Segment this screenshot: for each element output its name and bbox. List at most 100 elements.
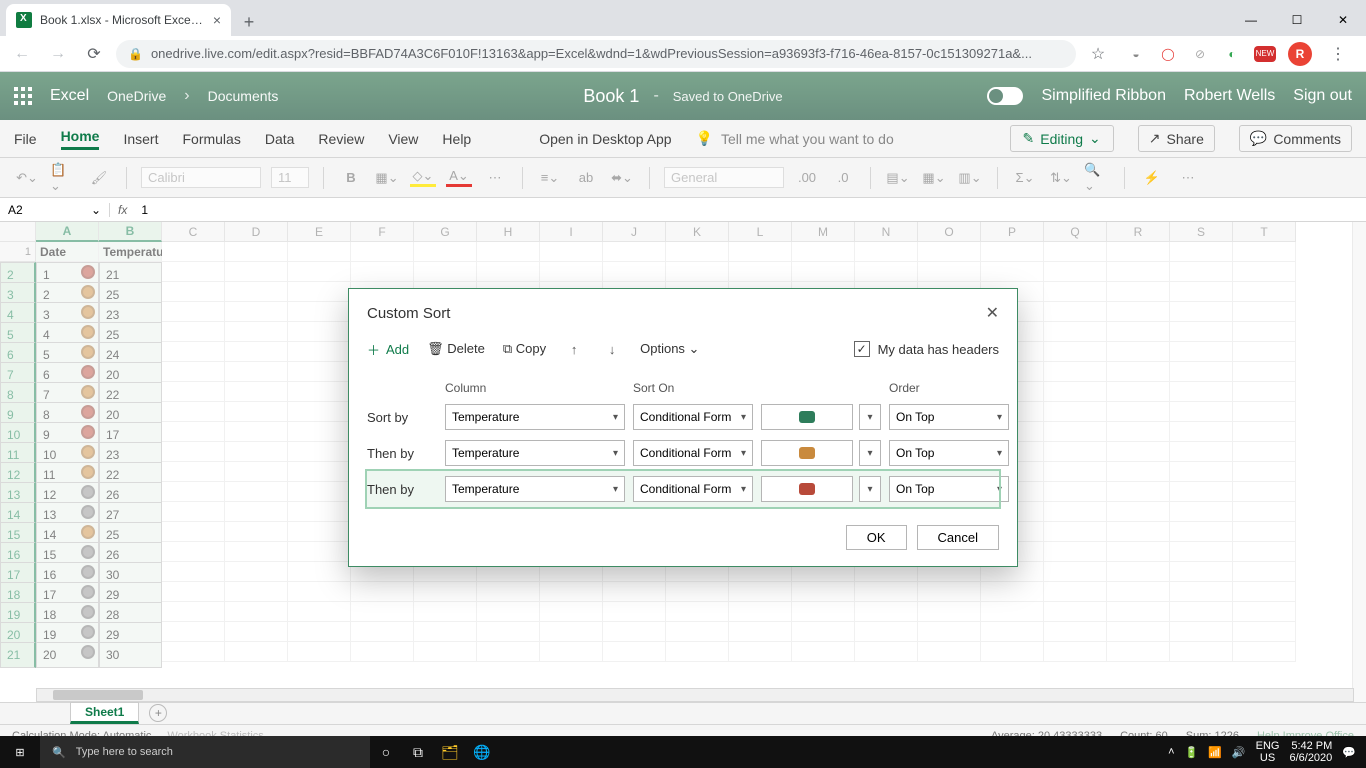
cell[interactable] [1170, 522, 1233, 542]
cell[interactable] [162, 322, 225, 342]
cell[interactable] [1170, 442, 1233, 462]
font-name-select[interactable]: Calibri [141, 167, 261, 188]
delete-level-button[interactable]: 🗑 Delete [427, 341, 485, 357]
headers-checkbox[interactable]: ✓ My data has headers [854, 341, 999, 357]
fx-icon[interactable]: fx [110, 203, 135, 217]
cell[interactable] [1107, 462, 1170, 482]
breadcrumb-documents[interactable]: Documents [208, 88, 279, 104]
cell[interactable] [477, 242, 540, 262]
cell[interactable] [729, 642, 792, 662]
cell[interactable] [1233, 402, 1296, 422]
formula-value[interactable]: 1 [135, 203, 154, 217]
cell[interactable] [414, 622, 477, 642]
cell[interactable] [603, 242, 666, 262]
cell[interactable] [981, 642, 1044, 662]
cell[interactable] [288, 482, 351, 502]
tab-insert[interactable]: Insert [123, 131, 158, 147]
user-name[interactable]: Robert Wells [1184, 87, 1275, 105]
name-box[interactable]: A2 ⌄ [0, 203, 110, 217]
cell[interactable] [1044, 382, 1107, 402]
font-color-icon[interactable]: A⌄ [446, 168, 472, 187]
cell[interactable] [162, 282, 225, 302]
cell[interactable] [288, 442, 351, 462]
file-explorer-icon[interactable]: 🗂 [434, 736, 466, 768]
cell[interactable] [1044, 282, 1107, 302]
sort-column-select[interactable]: Temperature▾ [445, 404, 625, 430]
cell[interactable] [855, 262, 918, 282]
cell[interactable] [1170, 582, 1233, 602]
cell[interactable] [288, 382, 351, 402]
cell[interactable] [1044, 402, 1107, 422]
cell[interactable] [351, 242, 414, 262]
cell[interactable] [225, 262, 288, 282]
minimize-icon[interactable]: — [1228, 4, 1274, 36]
cell[interactable] [477, 582, 540, 602]
cell[interactable] [855, 602, 918, 622]
cell[interactable] [1107, 502, 1170, 522]
cell[interactable]: Temperature [99, 242, 162, 262]
cell[interactable] [918, 582, 981, 602]
cell[interactable]: 20 [36, 642, 99, 668]
cell[interactable] [288, 282, 351, 302]
tab-formulas[interactable]: Formulas [182, 131, 240, 147]
cell[interactable] [414, 582, 477, 602]
cell[interactable] [1170, 642, 1233, 662]
cell[interactable] [225, 242, 288, 262]
cell[interactable] [1170, 422, 1233, 442]
cell[interactable] [162, 262, 225, 282]
cell[interactable] [729, 582, 792, 602]
cell[interactable] [288, 242, 351, 262]
cell[interactable] [1044, 242, 1107, 262]
tell-me-search[interactable]: 💡 Tell me what you want to do [696, 130, 894, 147]
cell[interactable] [1170, 462, 1233, 482]
open-in-desktop-button[interactable]: Open in Desktop App [539, 131, 671, 147]
sort-on-select[interactable]: Conditional Form▾ [633, 440, 753, 466]
column-header-I[interactable]: I [540, 222, 603, 242]
extension-icon[interactable]: ◐ [1222, 44, 1242, 64]
cell[interactable] [1233, 602, 1296, 622]
cell[interactable] [225, 642, 288, 662]
cell[interactable] [477, 602, 540, 622]
cell[interactable] [666, 582, 729, 602]
cell[interactable] [855, 642, 918, 662]
cell[interactable] [918, 622, 981, 642]
cell[interactable] [225, 302, 288, 322]
cell[interactable] [162, 402, 225, 422]
column-header-A[interactable]: A [36, 222, 99, 242]
cell[interactable] [1170, 262, 1233, 282]
cell[interactable] [792, 242, 855, 262]
cell[interactable] [603, 622, 666, 642]
battery-icon[interactable]: 🔋 [1185, 746, 1199, 759]
cell[interactable] [225, 342, 288, 362]
cell[interactable] [1107, 602, 1170, 622]
cell[interactable] [1233, 562, 1296, 582]
tab-help[interactable]: Help [442, 131, 471, 147]
cell[interactable] [792, 642, 855, 662]
cell[interactable] [981, 622, 1044, 642]
cell[interactable] [1107, 402, 1170, 422]
cell[interactable] [1107, 302, 1170, 322]
cell[interactable] [162, 582, 225, 602]
cell[interactable] [225, 582, 288, 602]
extension-icon[interactable]: NEW [1254, 46, 1276, 62]
cell[interactable] [1107, 242, 1170, 262]
cell[interactable] [1233, 462, 1296, 482]
cell[interactable] [855, 242, 918, 262]
horizontal-scrollbar[interactable] [36, 688, 1354, 702]
address-bar[interactable]: 🔒 onedrive.live.com/edit.aspx?resid=BBFA… [116, 40, 1076, 68]
cell[interactable] [162, 642, 225, 662]
cell[interactable] [1107, 582, 1170, 602]
cell[interactable] [288, 422, 351, 442]
editing-mode-button[interactable]: ✎ Editing ⌄ [1010, 125, 1114, 152]
profile-avatar[interactable]: R [1288, 42, 1312, 66]
cell[interactable] [1107, 422, 1170, 442]
cell[interactable] [603, 602, 666, 622]
ok-button[interactable]: OK [846, 525, 907, 550]
chrome-taskbar-icon[interactable]: 🌐 [466, 736, 498, 768]
cell[interactable] [1107, 562, 1170, 582]
cell[interactable] [1233, 642, 1296, 662]
cell[interactable] [792, 622, 855, 642]
column-header-H[interactable]: H [477, 222, 540, 242]
cell[interactable] [1044, 542, 1107, 562]
cell[interactable] [1107, 262, 1170, 282]
